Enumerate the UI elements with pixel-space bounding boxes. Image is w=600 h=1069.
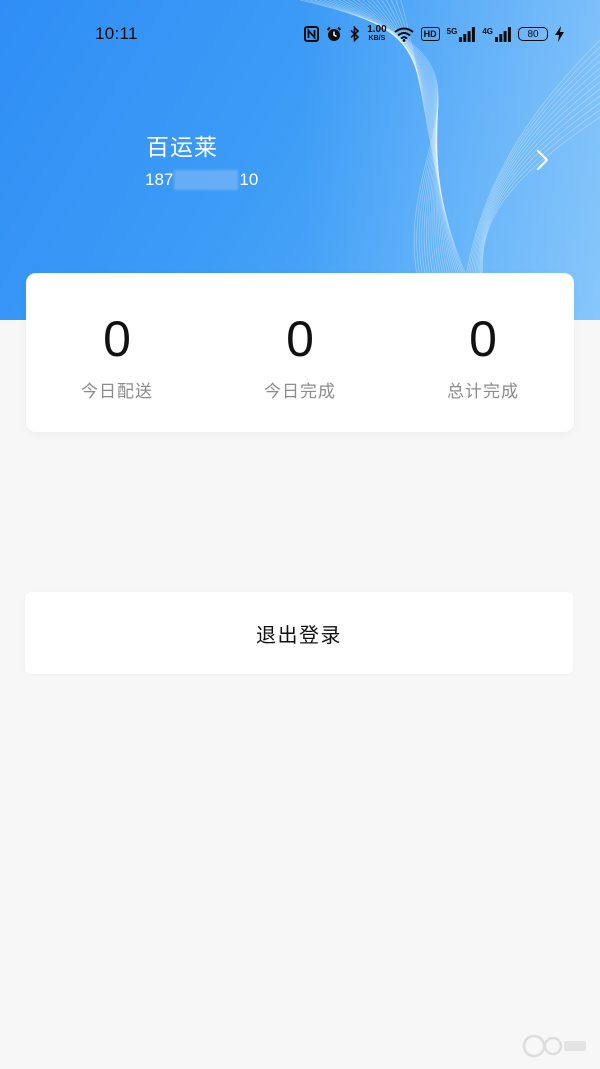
- net-speed: 1.00 KB/S: [367, 25, 386, 43]
- phone-mask: [174, 170, 239, 190]
- signal-icon-sim2: 4G: [482, 26, 511, 42]
- stat-value: 0: [469, 311, 497, 367]
- stat-value: 0: [286, 311, 314, 367]
- stat-today-delivery[interactable]: 0 今日配送: [26, 273, 208, 432]
- wifi-icon: [394, 27, 414, 42]
- stat-label: 今日配送: [81, 382, 153, 402]
- user-name[interactable]: 百运莱: [146, 128, 218, 162]
- nfc-icon: [304, 26, 320, 42]
- bluetooth-icon: [349, 26, 360, 42]
- stat-total-completed[interactable]: 0 总计完成: [392, 273, 574, 432]
- stat-label: 总计完成: [447, 382, 519, 402]
- phone-suffix: 10: [239, 170, 259, 189]
- logout-button[interactable]: 退出登录: [25, 592, 573, 674]
- watermark-logo: [522, 1034, 586, 1058]
- stat-label: 今日完成: [264, 382, 336, 402]
- alarm-icon: [326, 26, 342, 42]
- stats-card: 0 今日配送 0 今日完成 0 总计完成: [26, 273, 574, 432]
- signal-icon-sim1: 5G: [446, 26, 476, 42]
- net-speed-value: 1.00: [367, 24, 387, 35]
- status-icons: 1.00 KB/S HD 5G 4G 80: [304, 22, 564, 46]
- charging-icon: [555, 26, 564, 42]
- battery-icon: 80: [518, 27, 548, 41]
- status-time: 10:11: [95, 24, 138, 43]
- sim1-label: 5G: [446, 26, 458, 36]
- phone-prefix: 187: [145, 170, 174, 189]
- net-speed-unit: KB/S: [368, 35, 386, 42]
- sim2-label: 4G: [482, 26, 493, 36]
- stat-value: 0: [103, 311, 131, 367]
- user-phone[interactable]: 187 10: [145, 170, 258, 190]
- stat-today-completed[interactable]: 0 今日完成: [209, 273, 391, 432]
- profile-page: 10:11 1.00 KB/S HD 5G 4G 80 百运莱 187 10 0…: [0, 0, 600, 1069]
- status-bar: 10:11 1.00 KB/S HD 5G 4G 80: [0, 0, 600, 70]
- chevron-right-icon[interactable]: [533, 148, 553, 172]
- hd-icon: HD: [420, 27, 440, 41]
